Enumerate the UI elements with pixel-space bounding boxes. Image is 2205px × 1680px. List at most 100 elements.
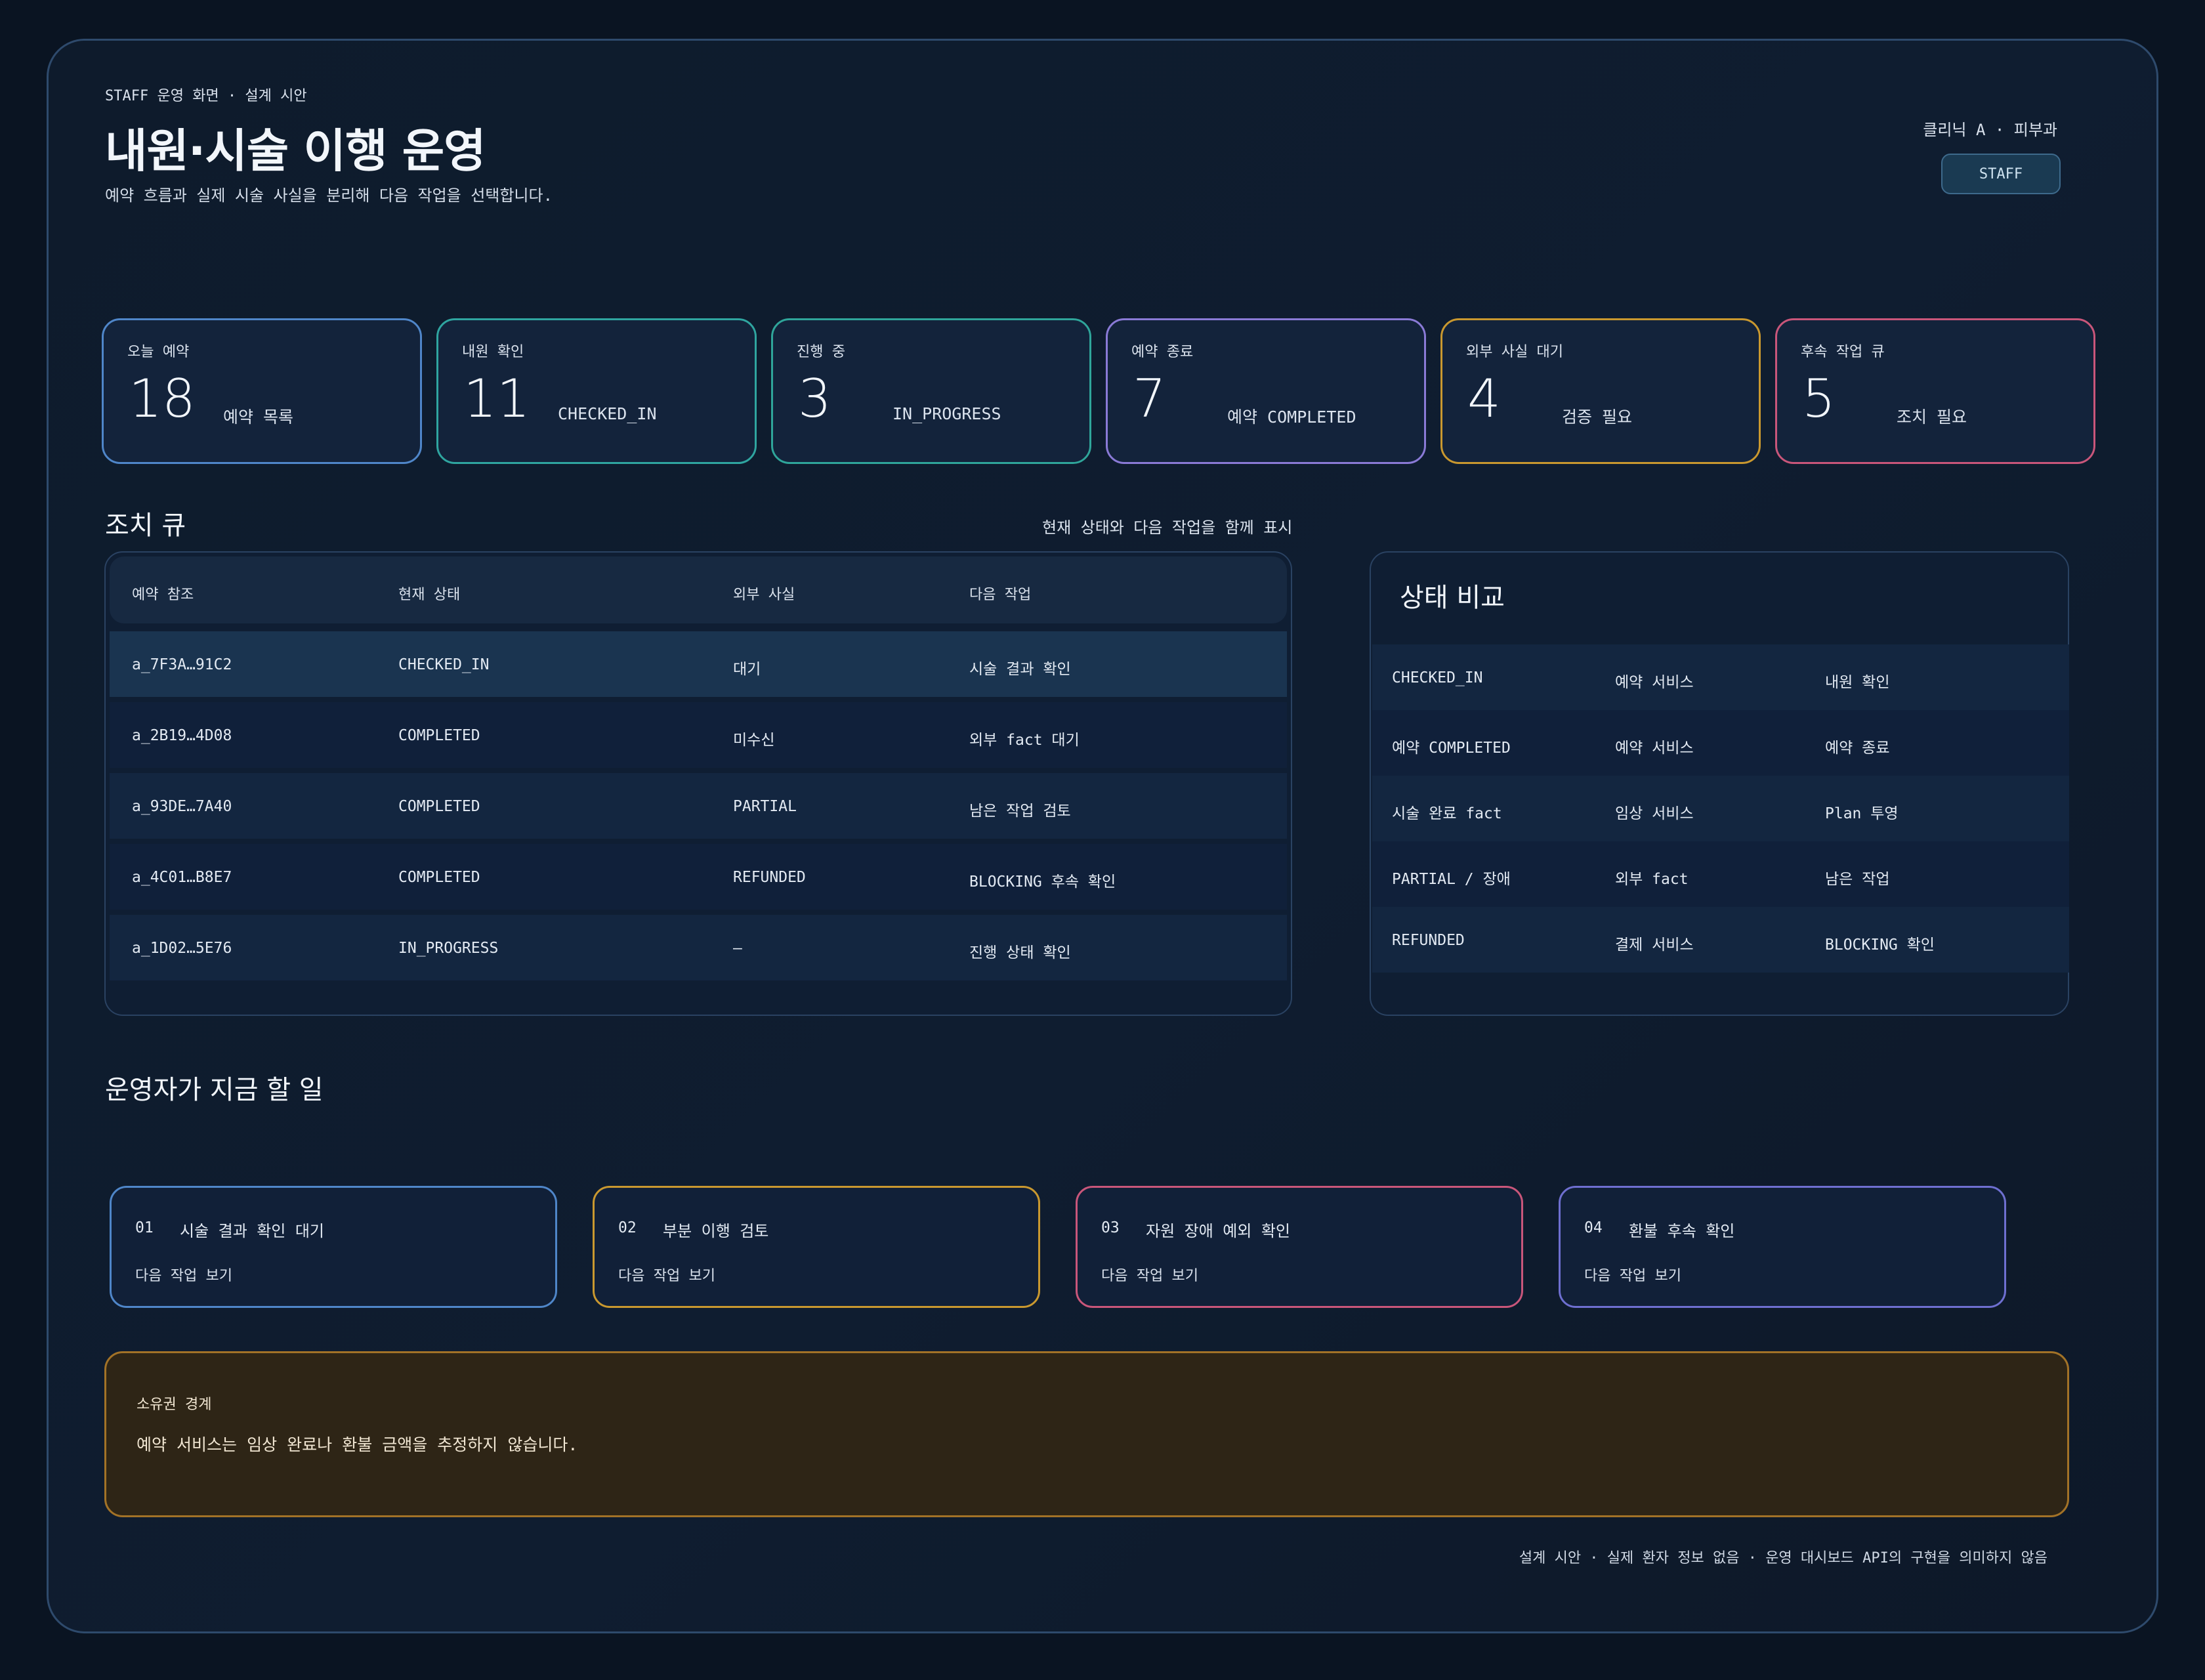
cell-next: BLOCKING 후속 확인	[969, 873, 1116, 891]
kpi-label: 후속 작업 큐	[1801, 344, 1885, 360]
cell-next: 외부 fact 대기	[969, 732, 1080, 749]
ownership-boundary-notice: 소유권 경계 예약 서비스는 임상 완료나 환불 금액을 추정하지 않습니다.	[104, 1351, 2069, 1517]
state-comparison-panel: 상태 비교 CHECKED_IN 예약 서비스 내원 확인 예약 COMPLET…	[1370, 551, 2069, 1016]
table-row[interactable]: a_1D02…5E76 IN_PROGRESS — 진행 상태 확인	[110, 915, 1287, 980]
cell-fact: 대기	[733, 661, 761, 678]
task-card-03[interactable]: 03 자원 장애 예외 확인 다음 작업 보기	[1076, 1186, 1523, 1308]
cell-fact: —	[733, 940, 742, 957]
kpi-value: 5	[1802, 368, 1836, 429]
kpi-card-followup-queue[interactable]: 후속 작업 큐 5 조치 필요	[1775, 318, 2095, 464]
kpi-value: 7	[1133, 368, 1166, 429]
kpi-note: 검증 필요	[1562, 408, 1633, 427]
comparison-title: 상태 비교	[1400, 583, 1505, 613]
cell-fact: PARTIAL	[733, 798, 797, 815]
cell-state: COMPLETED	[398, 727, 480, 744]
task-card-04[interactable]: 04 환불 후속 확인 다음 작업 보기	[1559, 1186, 2006, 1308]
comparison-state: 예약 COMPLETED	[1392, 740, 1511, 757]
notice-text: 예약 서비스는 임상 완료나 환불 금액을 추정하지 않습니다.	[136, 1435, 578, 1454]
kpi-card-today-reservations[interactable]: 오늘 예약 18 예약 목록	[102, 318, 422, 464]
kpi-note: IN_PROGRESS	[892, 404, 1001, 423]
page-subtitle: 예약 흐름과 실제 시술 사실을 분리해 다음 작업을 선택합니다.	[105, 186, 553, 205]
column-header-next: 다음 작업	[969, 587, 1032, 603]
comparison-owner: 결제 서비스	[1615, 936, 1694, 954]
task-number: 01	[135, 1219, 154, 1236]
comparison-meaning: BLOCKING 확인	[1825, 936, 1935, 954]
comparison-state: REFUNDED	[1392, 932, 1465, 949]
task-label: 부분 이행 검토	[663, 1222, 769, 1240]
task-next-link[interactable]: 다음 작업 보기	[1584, 1264, 1681, 1285]
kpi-label: 내원 확인	[462, 344, 524, 360]
table-row[interactable]: a_93DE…7A40 COMPLETED PARTIAL 남은 작업 검토	[110, 773, 1287, 839]
task-number: 04	[1584, 1219, 1603, 1236]
kpi-label: 예약 종료	[1131, 344, 1194, 360]
queue-caption: 현재 상태와 다음 작업을 함께 표시	[1042, 518, 1293, 537]
cell-fact: REFUNDED	[733, 869, 806, 886]
comparison-row: 예약 COMPLETED 예약 서비스 예약 종료	[1372, 710, 2069, 776]
task-number: 03	[1101, 1219, 1120, 1236]
notice-title: 소유권 경계	[136, 1396, 212, 1413]
comparison-state: PARTIAL / 장애	[1392, 871, 1511, 888]
table-row[interactable]: a_4C01…B8E7 COMPLETED REFUNDED BLOCKING …	[110, 844, 1287, 910]
cell-state: COMPLETED	[398, 798, 480, 815]
queue-section-title: 조치 큐	[105, 511, 186, 541]
comparison-row: REFUNDED 결제 서비스 BLOCKING 확인	[1372, 907, 2069, 973]
task-next-link[interactable]: 다음 작업 보기	[618, 1264, 715, 1285]
comparison-meaning: 남은 작업	[1825, 871, 1890, 888]
kpi-label: 오늘 예약	[127, 344, 190, 360]
column-header-fact: 외부 사실	[733, 587, 795, 603]
cell-ref: a_93DE…7A40	[132, 798, 232, 815]
kpi-value: 11	[463, 368, 530, 429]
action-queue-table: 예약 참조 현재 상태 외부 사실 다음 작업 a_7F3A…91C2 CHEC…	[104, 551, 1292, 1016]
table-row[interactable]: a_7F3A…91C2 CHECKED_IN 대기 시술 결과 확인	[110, 631, 1287, 697]
kpi-note: 예약 목록	[223, 408, 294, 427]
cell-ref: a_4C01…B8E7	[132, 869, 232, 886]
cell-fact: 미수신	[733, 732, 775, 749]
page-title: 내원·시술 이행 운영	[105, 124, 486, 178]
task-label: 환불 후속 확인	[1629, 1222, 1735, 1240]
comparison-owner: 외부 fact	[1615, 871, 1689, 888]
cell-state: CHECKED_IN	[398, 656, 490, 673]
task-next-link[interactable]: 다음 작업 보기	[1101, 1264, 1198, 1285]
kpi-card-checked-in[interactable]: 내원 확인 11 CHECKED_IN	[436, 318, 757, 464]
cell-next: 시술 결과 확인	[969, 661, 1071, 678]
task-label: 자원 장애 예외 확인	[1146, 1222, 1290, 1240]
kpi-label: 진행 중	[797, 344, 845, 360]
comparison-row: PARTIAL / 장애 외부 fact 남은 작업	[1372, 841, 2069, 907]
cell-ref: a_1D02…5E76	[132, 940, 232, 957]
footer-disclaimer: 설계 시안 · 실제 환자 정보 없음 · 운영 대시보드 API의 구현을 의…	[1519, 1550, 2048, 1566]
comparison-owner: 임상 서비스	[1615, 805, 1694, 822]
task-card-01[interactable]: 01 시술 결과 확인 대기 다음 작업 보기	[110, 1186, 557, 1308]
table-header: 예약 참조 현재 상태 외부 사실 다음 작업	[110, 556, 1287, 623]
task-label: 시술 결과 확인 대기	[180, 1222, 324, 1240]
cell-state: IN_PROGRESS	[398, 940, 499, 957]
todo-section-title: 운영자가 지금 할 일	[105, 1075, 324, 1105]
kpi-note: 조치 필요	[1897, 408, 1967, 427]
column-header-ref: 예약 참조	[132, 587, 194, 603]
comparison-row: 시술 완료 fact 임상 서비스 Plan 투영	[1372, 776, 2069, 841]
cell-next: 남은 작업 검토	[969, 803, 1071, 820]
cell-ref: a_7F3A…91C2	[132, 656, 232, 673]
kpi-value: 4	[1467, 368, 1501, 429]
comparison-state: CHECKED_IN	[1392, 669, 1483, 686]
table-row[interactable]: a_2B19…4D08 COMPLETED 미수신 외부 fact 대기	[110, 702, 1287, 768]
kpi-card-completed[interactable]: 예약 종료 7 예약 COMPLETED	[1106, 318, 1426, 464]
eyebrow-label: STAFF 운영 화면 · 설계 시안	[105, 88, 307, 104]
kpi-card-in-progress[interactable]: 진행 중 3 IN_PROGRESS	[771, 318, 1091, 464]
cell-next: 진행 상태 확인	[969, 944, 1071, 961]
comparison-owner: 예약 서비스	[1615, 674, 1694, 691]
column-header-state: 현재 상태	[398, 587, 461, 603]
kpi-card-external-fact-pending[interactable]: 외부 사실 대기 4 검증 필요	[1440, 318, 1761, 464]
cell-ref: a_2B19…4D08	[132, 727, 232, 744]
comparison-meaning: Plan 투영	[1825, 805, 1899, 822]
cell-state: COMPLETED	[398, 869, 480, 886]
clinic-label: 클리닉 A · 피부과	[1923, 121, 2057, 139]
staff-role-button[interactable]: STAFF	[1941, 154, 2061, 194]
comparison-meaning: 내원 확인	[1825, 674, 1890, 691]
kpi-note: CHECKED_IN	[558, 404, 657, 423]
comparison-meaning: 예약 종료	[1825, 740, 1890, 757]
kpi-note: 예약 COMPLETED	[1227, 408, 1356, 427]
task-next-link[interactable]: 다음 작업 보기	[135, 1264, 232, 1285]
kpi-label: 외부 사실 대기	[1466, 344, 1563, 360]
task-card-02[interactable]: 02 부분 이행 검토 다음 작업 보기	[593, 1186, 1040, 1308]
comparison-row: CHECKED_IN 예약 서비스 내원 확인	[1372, 644, 2069, 710]
